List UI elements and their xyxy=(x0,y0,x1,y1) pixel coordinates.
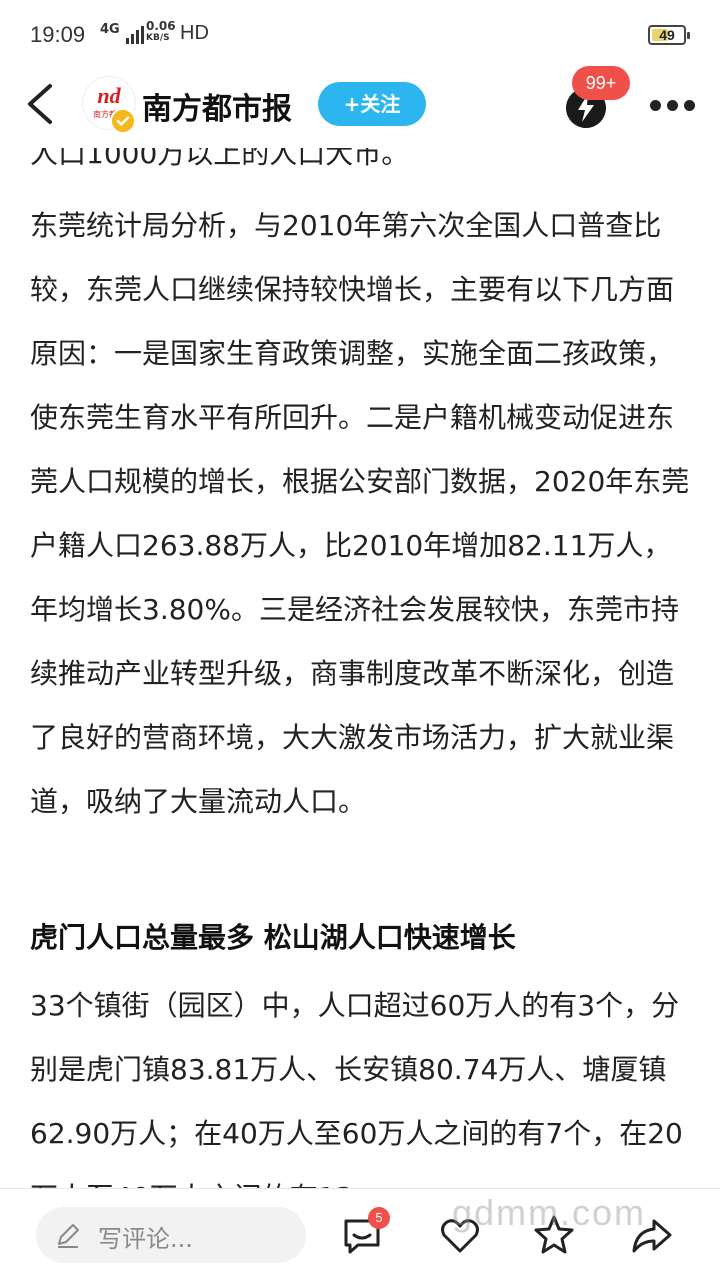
logo-text: nd xyxy=(97,83,121,108)
speed-value: 0.06 xyxy=(146,19,176,33)
comment-placeholder: 写评论... xyxy=(98,1225,193,1253)
notification-badge: 99+ xyxy=(572,66,630,100)
article-body: 人口1000万以上的人口大市。 东莞统计局分析，与2010年第六次全国人口普查比… xyxy=(30,148,690,1188)
back-icon[interactable] xyxy=(18,78,62,130)
speed-unit: KB/S xyxy=(146,33,170,43)
verified-icon xyxy=(110,108,136,134)
comment-count-badge: 5 xyxy=(368,1207,390,1229)
more-icon[interactable] xyxy=(648,100,696,112)
status-bar: 19:09 4G 0.06 KB/S HD 49 xyxy=(0,0,720,66)
comment-input[interactable]: 写评论... xyxy=(36,1207,306,1263)
network-type: 4G xyxy=(100,22,120,37)
pencil-icon xyxy=(58,1224,79,1248)
publisher-name[interactable]: 南方都市报 xyxy=(142,84,292,128)
more-dot xyxy=(650,100,661,111)
status-time: 19:09 xyxy=(30,22,86,47)
watermark: gdmm.com xyxy=(452,1192,647,1233)
article-paragraph: 33个镇街（园区）中，人口超过60万人的有3个，分别是虎门镇83.81万人、长安… xyxy=(30,989,683,1188)
article-cut-line: 人口1000万以上的人口大市。 xyxy=(30,148,410,170)
more-dot xyxy=(667,100,678,111)
network-speed: 0.06 KB/S xyxy=(146,20,176,44)
follow-button[interactable]: +关注 xyxy=(318,82,426,126)
article-subheading: 虎门人口总量最多 松山湖人口快速增长 xyxy=(30,921,516,954)
hd-indicator: HD xyxy=(180,22,209,44)
battery-percent: 49 xyxy=(659,27,675,43)
battery-icon: 49 xyxy=(648,25,690,45)
app-header: nd 南方都市 南方都市报 +关注 99+ xyxy=(0,66,720,148)
article-paragraph: 东莞统计局分析，与2010年第六次全国人口普查比较，东莞人口继续保持较快增长，主… xyxy=(30,209,690,818)
more-dot xyxy=(684,100,695,111)
